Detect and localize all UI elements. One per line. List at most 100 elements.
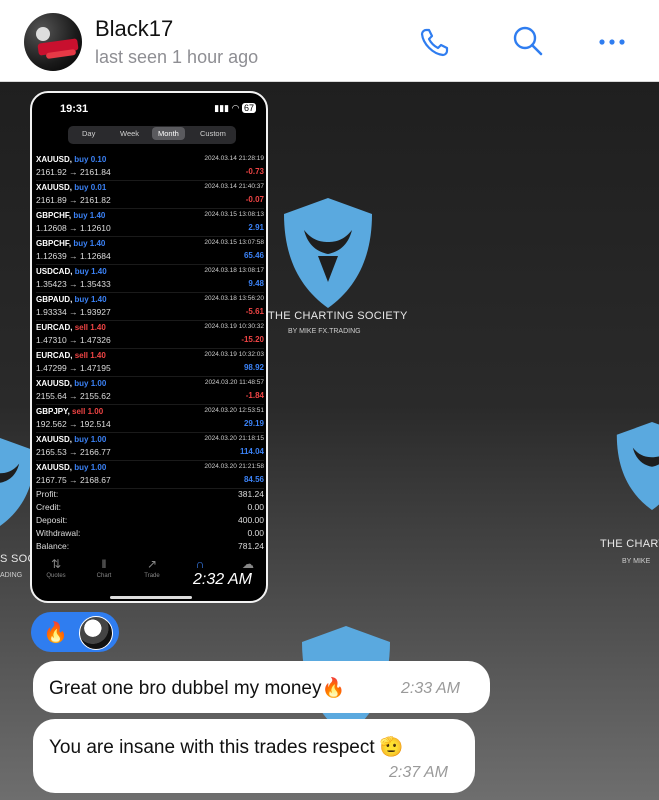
trade-date: 2024.03.14 21:40:37 (204, 183, 264, 190)
summary-value: 400.00 (238, 515, 264, 525)
trade-row[interactable]: USDCAD, buy 1.40 1.35423 → 1.35433 2024.03… (36, 265, 264, 293)
symbol-text: XAUUSD, (36, 183, 73, 192)
trade-profit: 9.48 (248, 279, 264, 288)
trade-side: buy 0.01 (74, 183, 107, 192)
messages-icon: ☁ (242, 557, 254, 571)
period-segmented-control: Day Week Month Custom (68, 126, 236, 144)
symbol-text: XAUUSD, (36, 155, 73, 164)
trade-tab: ↗ Trade (132, 557, 172, 579)
trade-profit: -1.84 (245, 391, 264, 400)
trade-row[interactable]: XAUUSD, buy 1.00 2165.53 → 2166.77 2024.03… (36, 433, 264, 461)
more-icon[interactable] (594, 22, 634, 62)
chart-icon: ǁ (101, 557, 107, 571)
trade-side: sell 1.40 (74, 351, 106, 360)
watermark-title: THE CHARTING SOCIETY (268, 310, 408, 322)
trade-side: buy 1.40 (73, 239, 106, 248)
trade-row[interactable]: XAUUSD, buy 0.01 2161.89 → 2161.82 2024.03… (36, 181, 264, 209)
trade-profit: 84.56 (243, 475, 264, 484)
tab-day[interactable]: Day (82, 129, 95, 138)
trade-profit: 98.92 (243, 363, 264, 372)
trade-side: buy 1.00 (74, 435, 107, 444)
trade-row[interactable]: GBPCHF, buy 1.40 1.12639 → 1.12684 2024.03… (36, 237, 264, 265)
trade-date: 2024.03.20 12:53:51 (204, 407, 264, 414)
battery-icon: 67 (241, 103, 256, 113)
summary-row: Deposit: 400.00 (36, 515, 264, 528)
trade-prices: 1.12608 → 1.12610 (36, 223, 111, 233)
contact-name[interactable]: Black17 (95, 16, 173, 42)
tab-week[interactable]: Week (120, 129, 139, 138)
symbol-text: EURCAD, (36, 351, 73, 360)
trade-date: 2024.03.15 13:08:13 (204, 211, 264, 218)
summary-label: Withdrawal: (36, 528, 81, 538)
history-icon: ∩ (195, 557, 205, 571)
contact-avatar[interactable] (24, 13, 82, 71)
summary-row: Balance: 781.24 (36, 541, 264, 554)
trade-prices: 1.93334 → 1.93927 (36, 307, 111, 317)
trade-row[interactable]: XAUUSD, buy 0.10 2161.92 → 2161.84 2024.03… (36, 153, 264, 181)
trade-row[interactable]: EURCAD, sell 1.40 1.47310 → 1.47326 2024.0… (36, 321, 264, 349)
summary-label: Credit: (36, 502, 62, 512)
watermark-right-fragment-sub: BY MIKE (622, 558, 651, 565)
trade-row[interactable]: GBPCHF, buy 1.40 1.12608 → 1.12610 2024.03… (36, 209, 264, 237)
avatar-ball (36, 27, 50, 41)
trade-date: 2024.03.20 21:21:58 (204, 463, 264, 470)
tab-month[interactable]: Month (152, 127, 185, 140)
trade-symbol: EURCAD, sell 1.40 (36, 351, 106, 360)
search-icon[interactable] (508, 22, 548, 62)
trade-side: buy 1.40 (73, 211, 106, 220)
trade-profit: -15.20 (241, 335, 264, 344)
phone-status-icons: ▮▮▮ ◠ 67 (214, 103, 256, 114)
account-summary: Profit: 381.24 Credit: 0.00 Deposit: 400.00 Wi… (36, 489, 264, 554)
wifi-icon: ◠ (231, 103, 242, 113)
summary-value: 381.24 (238, 489, 264, 499)
summary-value: 781.24 (238, 541, 264, 551)
trade-date: 2024.03.15 13:07:58 (204, 239, 264, 246)
summary-label: Profit: (36, 489, 59, 499)
summary-row: Profit: 381.24 (36, 489, 264, 502)
watermark-right-fragment: THE CHART (600, 538, 659, 550)
trade-date: 2024.03.18 13:08:17 (204, 267, 264, 274)
trade-row[interactable]: EURCAD, sell 1.40 1.47299 → 1.47195 2024.0… (36, 349, 264, 377)
trade-date: 2024.03.20 21:18:15 (204, 435, 264, 442)
trade-side: buy 1.40 (74, 295, 107, 304)
watermark-subtitle: BY MIKE FX.TRADING (288, 328, 361, 335)
trade-profit: -5.61 (245, 307, 264, 316)
message-bubble[interactable]: Great one bro dubbel my money🔥 2:33 AM (33, 661, 490, 713)
message-time: 2:33 AM (401, 680, 460, 697)
trade-date: 2024.03.19 10:30:32 (204, 323, 264, 330)
trade-symbol: GBPCHF, buy 1.40 (36, 211, 105, 220)
history-tab: ∩ (180, 557, 220, 571)
trade-prices: 1.35423 → 1.35433 (36, 279, 111, 289)
messages-tab: ☁ (228, 557, 266, 571)
trade-side: sell 1.40 (74, 323, 106, 332)
trade-symbol: GBPAUD, buy 1.40 (36, 295, 107, 304)
trade-date: 2024.03.19 10:32:03 (204, 351, 264, 358)
symbol-text: EURCAD, (36, 323, 73, 332)
trade-row[interactable]: XAUUSD, buy 1.00 2167.75 → 2168.67 2024.03… (36, 461, 264, 489)
message-text: You are insane with this trades respect … (49, 737, 404, 758)
trade-symbol: XAUUSD, buy 0.10 (36, 155, 106, 164)
message-bubble[interactable]: You are insane with this trades respect … (33, 719, 475, 793)
trade-row[interactable]: GBPJPY, sell 1.00 192.562 → 192.514 2024.0… (36, 405, 264, 433)
trade-prices: 2165.53 → 2166.77 (36, 447, 111, 457)
trade-symbol: XAUUSD, buy 1.00 (36, 379, 106, 388)
trade-prices: 192.562 → 192.514 (36, 419, 111, 429)
trade-history-screenshot[interactable]: 19:31 ▮▮▮ ◠ 67 Day Week Month Custom XAU… (30, 91, 268, 603)
summary-label: Balance: (36, 541, 70, 551)
summary-label: Deposit: (36, 515, 68, 525)
tab-custom[interactable]: Custom (200, 129, 226, 138)
shield-logo-right-icon (616, 422, 659, 510)
symbol-text: GBPCHF, (36, 211, 72, 220)
phone-icon[interactable] (415, 22, 455, 62)
trade-row[interactable]: GBPAUD, buy 1.40 1.93334 → 1.93927 2024.03… (36, 293, 264, 321)
reactions-pill[interactable]: 🔥 (31, 612, 119, 652)
quotes-icon: ⇅ (50, 557, 62, 571)
trade-side: buy 1.00 (74, 379, 107, 388)
trade-prices: 1.47310 → 1.47326 (36, 335, 111, 345)
summary-value: 0.00 (247, 528, 264, 538)
trade-row[interactable]: XAUUSD, buy 1.00 2155.64 → 2155.62 2024.03… (36, 377, 264, 405)
trade-icon: ↗ (146, 557, 158, 571)
trade-profit: -0.07 (245, 195, 264, 204)
trade-list: XAUUSD, buy 0.10 2161.92 → 2161.84 2024.03… (36, 153, 264, 489)
summary-value: 0.00 (247, 502, 264, 512)
